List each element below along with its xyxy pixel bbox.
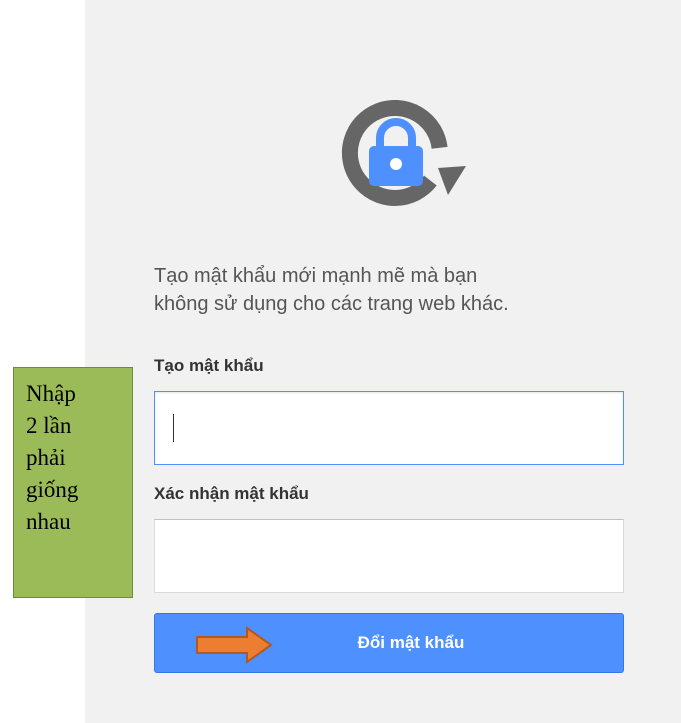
annotation-line-5: nhau: [26, 509, 71, 534]
annotation-line-3: phải: [26, 445, 66, 470]
new-password-label: Tạo mật khẩu: [154, 356, 264, 375]
text-caret: [173, 414, 174, 442]
lock-refresh-icon: [341, 99, 466, 206]
confirm-password-input[interactable]: [154, 519, 624, 593]
instruction-line-1: Tạo mật khẩu mới mạnh mẽ mà bạn: [154, 265, 478, 287]
new-password-input[interactable]: [154, 391, 624, 465]
annotation-line-4: giống: [26, 477, 79, 502]
annotation-line-2: 2 lần: [26, 413, 72, 438]
annotation-line-1: Nhập: [26, 381, 76, 406]
change-password-button-label: Đổi mật khẩu: [357, 633, 465, 652]
confirm-password-label: Xác nhận mật khẩu: [154, 484, 309, 503]
annotation-note: Nhập 2 lần phải giống nhau: [13, 367, 133, 598]
instruction-line-2: không sử dụng cho các trang web khác.: [154, 293, 509, 315]
instruction-text: Tạo mật khẩu mới mạnh mẽ mà bạn không sử…: [154, 262, 634, 318]
right-arrow-icon: [196, 626, 273, 664]
